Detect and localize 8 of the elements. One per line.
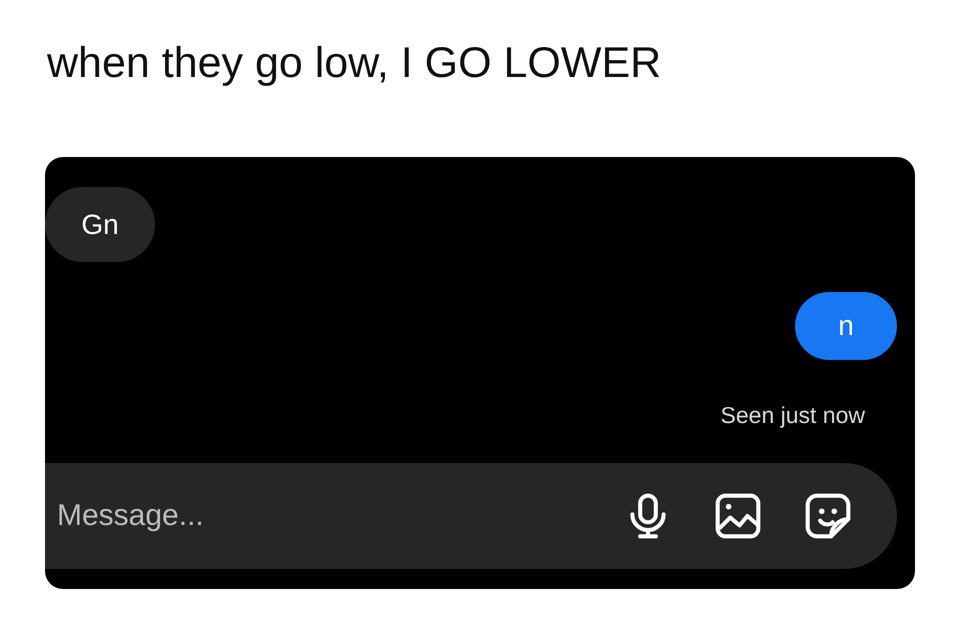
image-icon[interactable] [713, 491, 763, 542]
message-composer[interactable]: Message... [45, 463, 897, 570]
message-bubble: Gn [45, 187, 155, 262]
seen-status: Seen just now [720, 402, 865, 430]
message-field[interactable]: Message... [45, 498, 583, 534]
sticker-icon[interactable] [803, 491, 853, 542]
post-caption: when they go low, I GO LOWER [47, 40, 662, 88]
message-bubble: n [795, 292, 897, 360]
